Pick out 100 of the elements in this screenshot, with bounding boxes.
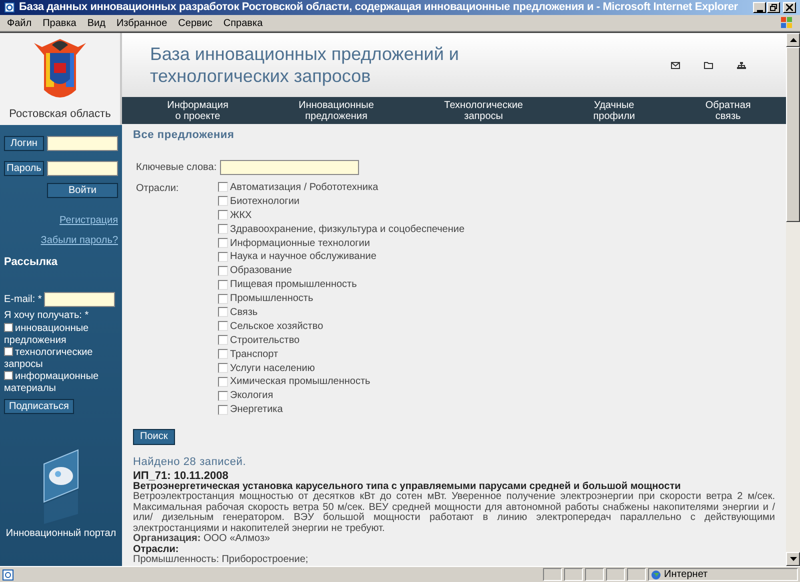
windows-logo-icon	[780, 16, 794, 30]
checkbox[interactable]	[218, 238, 228, 248]
newsletter-heading: Рассылка	[4, 255, 59, 270]
sector-option[interactable]: Связь	[218, 306, 465, 320]
status-panel	[543, 568, 562, 581]
sector-option[interactable]: Энергетика	[218, 402, 465, 417]
page-icon	[2, 568, 14, 580]
restore-icon	[770, 4, 777, 11]
checkbox[interactable]	[218, 307, 228, 318]
checkbox[interactable]	[4, 322, 13, 332]
sector-option[interactable]: Услуги населению	[218, 361, 465, 375]
scroll-down-button[interactable]	[786, 552, 800, 566]
close-icon	[786, 4, 793, 11]
checkbox[interactable]	[4, 346, 13, 356]
portal-caption: Инновационный портал	[6, 526, 116, 540]
email-label: E-mail: *	[4, 292, 42, 306]
window-title: База данных инновационных разработок Ростовской области, содержащая инновационные предложения и - Microsoft Internet Explorer	[19, 0, 739, 16]
down-arrow-icon	[790, 557, 796, 561]
password-label: Пароль	[4, 161, 44, 176]
browser-icon	[4, 2, 15, 13]
close-button[interactable]	[783, 2, 796, 13]
sector-option[interactable]: Информационные технологии	[218, 236, 465, 250]
sectors-label: Отрасли:	[136, 182, 180, 196]
nav-link[interactable]: Обратная связь	[705, 100, 751, 122]
result-sectors: Промышленность: Приборостроение;	[133, 555, 310, 566]
result-sectors-label: Отрасли:	[133, 544, 179, 555]
status-panel	[627, 568, 646, 581]
register-link[interactable]: Регистрация	[60, 213, 118, 228]
nav-link[interactable]: Удачные профили	[593, 100, 636, 122]
checkbox[interactable]	[218, 294, 228, 304]
menu-item[interactable]: Файл	[7, 16, 32, 30]
nav-link[interactable]: Инновационные предложения	[298, 100, 374, 122]
checkbox[interactable]	[218, 363, 228, 374]
checkbox[interactable]	[218, 335, 228, 346]
sector-option[interactable]: Биотехнологии	[218, 194, 465, 208]
sector-option[interactable]: Автоматизация / Робототехника	[218, 180, 465, 194]
result-title[interactable]: Ветроэнергетическая установка карусельного типа с управляемыми парусами средней и большой мощности	[133, 482, 775, 492]
login-label: Логин	[4, 136, 44, 151]
result-organization: Организация: ООО «Алмоз»	[133, 534, 272, 545]
minimize-button[interactable]	[753, 2, 766, 13]
status-panel	[564, 568, 583, 581]
checkbox[interactable]	[218, 252, 228, 262]
sector-option[interactable]: Образование	[218, 264, 465, 278]
subscribe-label: Я хочу получать: *	[4, 308, 90, 322]
nav-link[interactable]: Информация о проекте	[167, 100, 228, 122]
sector-option[interactable]: Транспорт	[218, 347, 465, 362]
sector-option[interactable]: Экология	[218, 388, 465, 403]
checkbox[interactable]	[218, 376, 228, 387]
up-arrow-icon	[790, 38, 796, 42]
folder-icon[interactable]	[704, 62, 713, 68]
sector-option[interactable]: ЖКХ	[218, 208, 465, 222]
scroll-up-button[interactable]	[786, 33, 800, 47]
minimize-icon	[756, 10, 762, 12]
site-title: База инновационных предложений и технологических запросов	[150, 43, 460, 87]
password-field[interactable]	[47, 161, 118, 176]
menu-item[interactable]: Избранное	[116, 16, 168, 30]
sector-option[interactable]: Пищевая промышленность	[218, 278, 465, 292]
checkbox[interactable]	[218, 404, 228, 415]
sector-option[interactable]: Наука и научное обслуживание	[218, 250, 465, 264]
sector-option[interactable]: Сельское хозяйство	[218, 319, 465, 334]
status-panel	[585, 568, 604, 581]
security-zone: Интернет	[664, 568, 708, 582]
keywords-label: Ключевые слова:	[136, 160, 217, 174]
checkbox[interactable]	[218, 390, 228, 401]
result-description: Ветроэлектростанция мощностью от десятков кВт до сотен мВт. Уверенное получение электроэнергии при скорости ветра 2 м/сек. Максимальная рабочая скорость ветра 50 м/сек. ВЕУ средней мощности для автономной работы снабжены накопителями энергии и /или/ дизельным генератором. ВЭУ большой мощности работают в линию электропередач параллельно с действующими электростанциями и накопителей энергии не требуют.	[133, 492, 775, 534]
region-caption: Ростовская область	[9, 107, 111, 122]
login-button[interactable]: Войти	[47, 183, 118, 198]
keywords-field[interactable]	[220, 160, 359, 174]
checkbox[interactable]	[218, 210, 228, 220]
globe-icon	[651, 570, 661, 580]
sector-option[interactable]: Здравоохранение, физкультура и соцобеспечение	[218, 222, 465, 236]
email-field[interactable]	[44, 292, 115, 306]
mail-icon[interactable]	[671, 62, 680, 68]
menu-item[interactable]: Правка	[42, 16, 76, 30]
sector-option[interactable]: Промышленность	[218, 292, 465, 306]
menu-item[interactable]: Сервис	[178, 16, 212, 30]
search-button[interactable]: Поиск	[133, 428, 175, 445]
checkbox[interactable]	[218, 224, 228, 234]
menu-item[interactable]: Справка	[223, 16, 263, 30]
sitemap-icon[interactable]	[737, 62, 746, 68]
checkbox[interactable]	[4, 370, 13, 380]
checkbox[interactable]	[218, 349, 228, 360]
result-id-date: ИП_71: 10.11.2008	[133, 470, 230, 482]
menu-item[interactable]: Вид	[87, 16, 106, 30]
checkbox[interactable]	[218, 266, 228, 276]
sector-option[interactable]: Строительство	[218, 333, 465, 348]
forgot-password-link[interactable]: Забыли пароль?	[40, 233, 118, 248]
status-panel	[606, 568, 625, 581]
page-heading: Все предложения	[133, 128, 236, 143]
results-count: Найдено 28 записей.	[133, 456, 248, 469]
subscribe-button[interactable]: Подписаться	[4, 398, 74, 414]
checkbox[interactable]	[218, 321, 228, 332]
checkbox[interactable]	[218, 182, 228, 192]
restore-button[interactable]	[767, 2, 780, 13]
checkbox[interactable]	[218, 280, 228, 290]
newsletter-option[interactable]: информационные материалы	[4, 370, 118, 394]
sector-option[interactable]: Химическая промышленность	[218, 374, 465, 389]
login-field[interactable]	[47, 136, 118, 151]
checkbox[interactable]	[218, 196, 228, 206]
nav-link[interactable]: Технологические запросы	[444, 100, 523, 122]
